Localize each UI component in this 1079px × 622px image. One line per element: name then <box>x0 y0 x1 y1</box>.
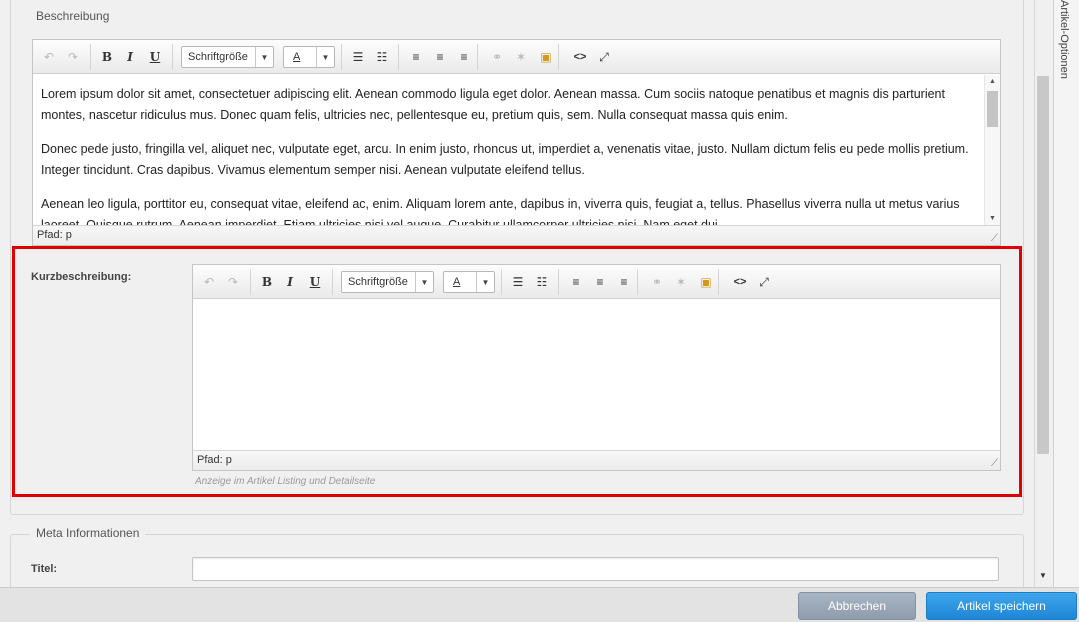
editor-content[interactable]: Lorem ipsum dolor sit amet, consectetuer… <box>33 75 984 225</box>
text-color-label: A <box>293 51 301 63</box>
article-options-label: Artikel-Optionen <box>1058 0 1070 79</box>
title-label: Titel: <box>31 563 58 575</box>
bullet-list-icon[interactable]: ☰ <box>348 48 368 66</box>
cancel-button[interactable]: Abbrechen <box>798 592 916 620</box>
scroll-down-icon[interactable]: ▼ <box>1039 572 1047 580</box>
description-legend: Beschreibung <box>30 9 116 23</box>
editor-toolbar: ↶ ↷ B I U Schriftgröße ▼ A ▼ ☰ ☷ ≡ ≡ ≡ ⚭… <box>33 40 1000 74</box>
save-article-button[interactable]: Artikel speichern <box>926 592 1077 620</box>
media-icon[interactable]: ▣ <box>536 48 556 66</box>
highlight-box <box>12 246 1022 497</box>
numbered-list-icon[interactable]: ☷ <box>372 48 392 66</box>
title-input[interactable] <box>192 557 999 581</box>
main-content: Beschreibung ↶ ↷ B I U Schriftgröße ▼ A … <box>0 0 1034 587</box>
link-icon[interactable]: ⚭ <box>487 48 507 66</box>
page-scrollbar[interactable]: ▼ <box>1035 0 1052 587</box>
article-options-tab[interactable]: Artikel-Optionen <box>1053 0 1079 587</box>
scroll-up-icon[interactable]: ▲ <box>989 78 996 85</box>
unlink-icon[interactable]: ✶ <box>511 48 531 66</box>
editor-scrollbar[interactable]: ▲ ▼ <box>984 75 1000 225</box>
undo-icon[interactable]: ↶ <box>39 48 59 66</box>
editor-statusbar: Pfad: p ⟋ <box>33 225 1000 245</box>
description-editor[interactable]: ↶ ↷ B I U Schriftgröße ▼ A ▼ ☰ ☷ ≡ ≡ ≡ ⚭… <box>32 39 1001 246</box>
redo-icon[interactable]: ↷ <box>63 48 83 66</box>
align-right-icon[interactable]: ≡ <box>454 48 474 66</box>
italic-button[interactable]: I <box>120 48 140 66</box>
underline-button[interactable]: U <box>145 48 165 66</box>
meta-legend: Meta Informationen <box>30 526 146 540</box>
align-center-icon[interactable]: ≡ <box>430 48 450 66</box>
font-size-label: Schriftgröße <box>188 51 248 63</box>
footer-bar: Abbrechen Artikel speichern <box>0 587 1079 622</box>
paragraph: Lorem ipsum dolor sit amet, consectetuer… <box>41 87 945 122</box>
paragraph: Aenean leo ligula, porttitor eu, consequ… <box>41 197 960 225</box>
scroll-thumb[interactable] <box>987 91 998 127</box>
chevron-down-icon: ▼ <box>255 47 273 67</box>
source-code-icon[interactable]: <> <box>570 48 590 66</box>
fullscreen-icon[interactable]: ⤢ <box>594 48 614 66</box>
align-left-icon[interactable]: ≡ <box>406 48 426 66</box>
right-panel: ▼ Artikel-Optionen <box>1034 0 1079 587</box>
element-path: Pfad: p <box>37 229 72 241</box>
bold-button[interactable]: B <box>97 48 117 66</box>
chevron-down-icon: ▼ <box>316 47 334 67</box>
resize-handle-icon[interactable]: ⟋ <box>991 233 998 244</box>
text-color-select[interactable]: A ▼ <box>283 46 335 68</box>
paragraph: Donec pede justo, fringilla vel, aliquet… <box>41 142 969 177</box>
font-size-select[interactable]: Schriftgröße ▼ <box>181 46 274 68</box>
page-scroll-thumb[interactable] <box>1037 76 1049 454</box>
scroll-down-icon[interactable]: ▼ <box>989 215 996 222</box>
